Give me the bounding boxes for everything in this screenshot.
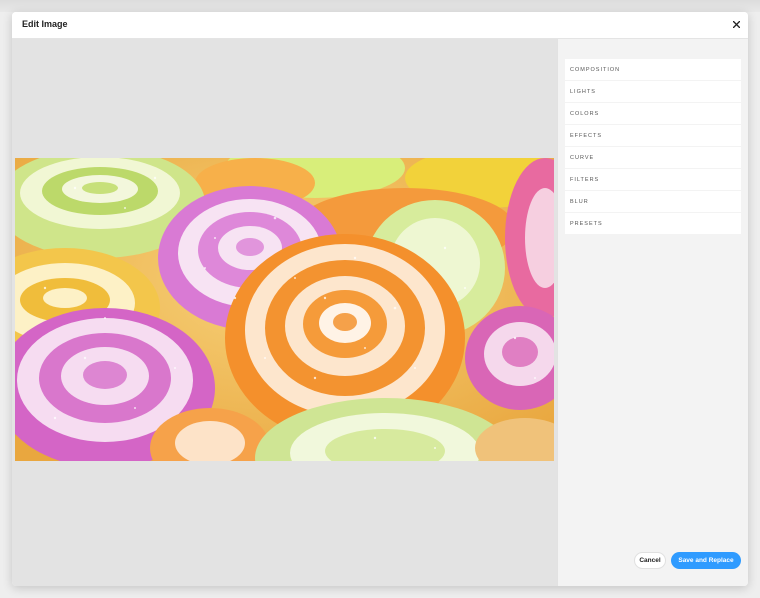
close-button[interactable]: [728, 16, 744, 32]
tool-effects[interactable]: EFFECTS: [565, 125, 741, 146]
page-backdrop: [0, 0, 760, 12]
cancel-button[interactable]: Cancel: [634, 552, 666, 569]
tool-composition[interactable]: COMPOSITION: [565, 59, 741, 80]
tool-blur[interactable]: BLUR: [565, 191, 741, 212]
edit-image-modal: Edit Image COMPOSITION LIGHTS COLORS EFF…: [12, 12, 748, 586]
tool-filters[interactable]: FILTERS: [565, 169, 741, 190]
image-canvas[interactable]: [12, 39, 557, 586]
tool-lights[interactable]: LIGHTS: [565, 81, 741, 102]
tool-list: COMPOSITION LIGHTS COLORS EFFECTS CURVE …: [565, 59, 741, 235]
modal-title: Edit Image: [22, 19, 68, 29]
tool-curve[interactable]: CURVE: [565, 147, 741, 168]
save-and-replace-button[interactable]: Save and Replace: [671, 552, 741, 569]
modal-header: Edit Image: [12, 12, 748, 39]
image-preview: [15, 158, 554, 461]
close-icon: [732, 20, 740, 28]
edit-tools-sidebar: COMPOSITION LIGHTS COLORS EFFECTS CURVE …: [557, 39, 748, 586]
tool-colors[interactable]: COLORS: [565, 103, 741, 124]
tool-presets[interactable]: PRESETS: [565, 213, 741, 234]
